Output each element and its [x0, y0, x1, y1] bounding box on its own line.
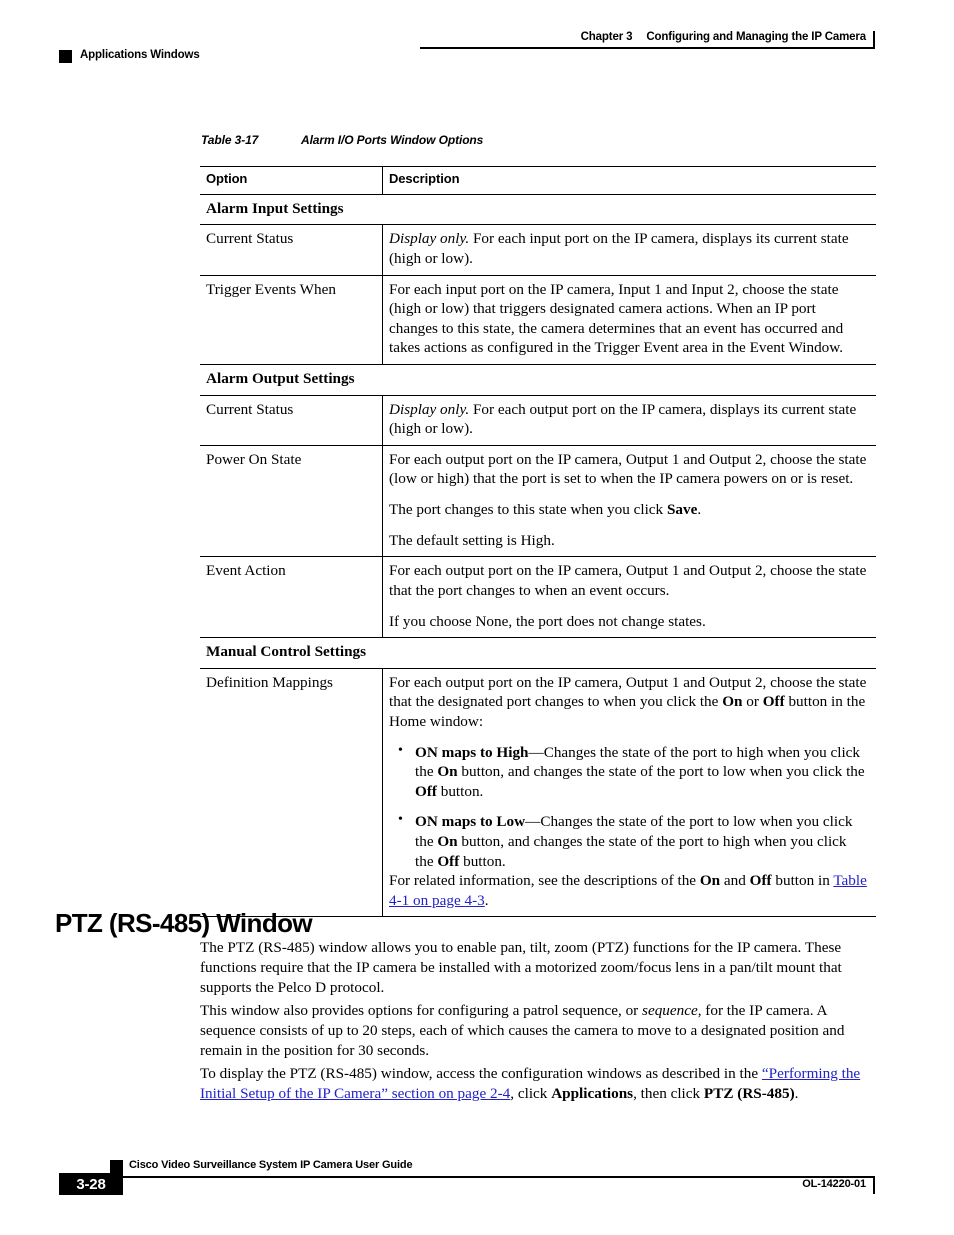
- body-paragraph-1: The PTZ (RS-485) window allows you to en…: [200, 939, 842, 997]
- description-power-on-state: For each output port on the IP camera, O…: [382, 445, 876, 558]
- table-section-row: Alarm Output Settings: [200, 364, 876, 396]
- description-paragraph: For each input port on the IP camera, In…: [389, 280, 844, 357]
- para3-text-4: .: [794, 1085, 799, 1103]
- header-rule: [420, 47, 875, 49]
- save-sentence-after: .: [697, 501, 702, 519]
- para3-text-2: , click: [510, 1085, 552, 1103]
- body-paragraph-3: To display the PTZ (RS-485) window, acce…: [200, 1064, 876, 1104]
- option-definition-mappings: Definition Mappings: [200, 668, 383, 918]
- table-caption-number: Table 3-17: [201, 133, 259, 147]
- column-header-description: Description: [382, 166, 876, 195]
- bullet-text-3: button.: [459, 852, 506, 870]
- page-heading-ptz-window: PTZ (RS-485) Window: [55, 908, 313, 939]
- footer-page-number: 3-28: [59, 1173, 123, 1195]
- header-rule-end-tick: [873, 31, 875, 49]
- bullet-term-on-maps-to-low: ON maps to Low: [415, 813, 526, 831]
- description-footer-note: For related information, see the descrip…: [389, 871, 868, 910]
- footer-note-text-3: button in: [771, 872, 834, 890]
- table-row: Current Status Display only. For each ou…: [200, 395, 876, 446]
- sequence-emphasis: sequence: [642, 1002, 698, 1019]
- alarm-io-ports-options-table: Option Description Alarm Input Settings …: [200, 166, 876, 918]
- footer-guide-title: Cisco Video Surveillance System IP Camer…: [129, 1159, 413, 1171]
- bullet-term-on-maps-to-high: ON maps to High: [415, 743, 529, 761]
- section-marker-square-icon: [59, 50, 72, 63]
- description-current-status-input: Display only. For each input port on the…: [382, 224, 876, 276]
- header-chapter-reference: Chapter 3 Configuring and Managing the IP…: [581, 31, 866, 43]
- para3-text-1: To display the PTZ (RS-485) window, acce…: [200, 1065, 762, 1082]
- table-row: Definition Mappings For each output port…: [200, 668, 876, 918]
- para3-text-3: , then click: [633, 1085, 704, 1103]
- description-intro-paragraph: For each output port on the IP camera, O…: [389, 673, 868, 732]
- description-definition-mappings: For each output port on the IP camera, O…: [382, 668, 876, 918]
- description-paragraph: For each output port on the IP camera, O…: [389, 450, 867, 488]
- description-paragraph: If you choose None, the port does not ch…: [389, 612, 706, 630]
- page-header: Chapter 3 Configuring and Managing the IP…: [0, 0, 954, 80]
- table-row: Event Action For each output port on the…: [200, 556, 876, 639]
- table-caption-title: Alarm I/O Ports Window Options: [301, 133, 484, 147]
- intro-text-2: or: [742, 693, 763, 711]
- description-paragraph: Display only. For each output port on th…: [389, 400, 868, 439]
- section-heading-manual-control-settings: Manual Control Settings: [200, 637, 876, 669]
- option-event-action: Event Action: [200, 556, 383, 639]
- description-event-action: For each output port on the IP camera, O…: [382, 556, 876, 639]
- footer-document-id: OL-14220-01: [802, 1178, 866, 1190]
- bullet-text-3: button.: [436, 782, 484, 800]
- table-section-row: Manual Control Settings: [200, 637, 876, 669]
- header-chapter-title: Configuring and Managing the IP Camera: [646, 31, 866, 43]
- table-row: Trigger Events When For each input port …: [200, 275, 876, 366]
- description-paragraph-save: The port changes to this state when you …: [389, 500, 868, 520]
- off-button-reference: Off: [437, 852, 460, 870]
- table-caption: Table 3-17 Alarm I/O Ports Window Options: [201, 133, 483, 147]
- footer-note-text-1: For related information, see the descrip…: [389, 872, 700, 890]
- off-button-reference: Off: [749, 872, 772, 890]
- footer-rule: [118, 1176, 875, 1178]
- table-header-row: Option Description: [200, 166, 876, 195]
- column-header-option: Option: [200, 166, 383, 195]
- on-button-reference: On: [437, 833, 458, 850]
- ptz-menu-reference: PTZ (RS-485): [703, 1085, 795, 1103]
- description-current-status-output: Display only. For each output port on th…: [382, 395, 876, 446]
- option-trigger-events-when: Trigger Events When: [200, 275, 383, 366]
- bullet-text-2: button, and changes the state of the por…: [457, 763, 865, 781]
- para2-text-1: This window also provides options for co…: [200, 1002, 643, 1019]
- footer-note-text-4: .: [484, 891, 489, 909]
- list-item: ON maps to Low—Changes the state of the …: [398, 811, 868, 871]
- save-sentence-before: The port changes to this state when you …: [389, 501, 667, 519]
- definition-mappings-bullet-list: ON maps to High—Changes the state of the…: [389, 742, 868, 872]
- display-only-emphasis: Display only.: [389, 400, 470, 418]
- table-section-row: Alarm Input Settings: [200, 194, 876, 226]
- footer-note-text-2: and: [720, 872, 750, 890]
- option-power-on-state: Power On State: [200, 445, 383, 558]
- body-paragraph-2: This window also provides options for co…: [200, 1001, 876, 1061]
- description-paragraph: For each output port on the IP camera, O…: [389, 562, 867, 599]
- off-button-reference: Off: [762, 693, 785, 711]
- option-current-status-input: Current Status: [200, 224, 383, 276]
- off-button-reference: Off: [415, 782, 437, 800]
- list-item: ON maps to High—Changes the state of the…: [398, 742, 868, 802]
- description-paragraph-default: The default setting is High.: [389, 531, 555, 549]
- table-row: Power On State For each output port on t…: [200, 445, 876, 558]
- applications-menu-reference: Applications: [551, 1085, 634, 1103]
- description-trigger-events-when: For each input port on the IP camera, In…: [382, 275, 876, 366]
- on-button-reference: On: [699, 872, 721, 890]
- header-section-label: Applications Windows: [80, 49, 200, 61]
- display-only-emphasis: Display only.: [389, 230, 470, 248]
- on-button-reference: On: [437, 763, 458, 781]
- section-heading-alarm-input-settings: Alarm Input Settings: [200, 194, 876, 226]
- footer-rule-end-tick: [873, 1176, 875, 1194]
- save-button-reference: Save: [666, 501, 698, 519]
- table-row: Current Status Display only. For each in…: [200, 224, 876, 276]
- header-chapter-number: Chapter 3: [580, 31, 633, 43]
- section-heading-alarm-output-settings: Alarm Output Settings: [200, 364, 876, 396]
- description-paragraph: Display only. For each input port on the…: [389, 229, 868, 268]
- on-button-reference: On: [722, 693, 743, 711]
- option-current-status-output: Current Status: [200, 395, 383, 446]
